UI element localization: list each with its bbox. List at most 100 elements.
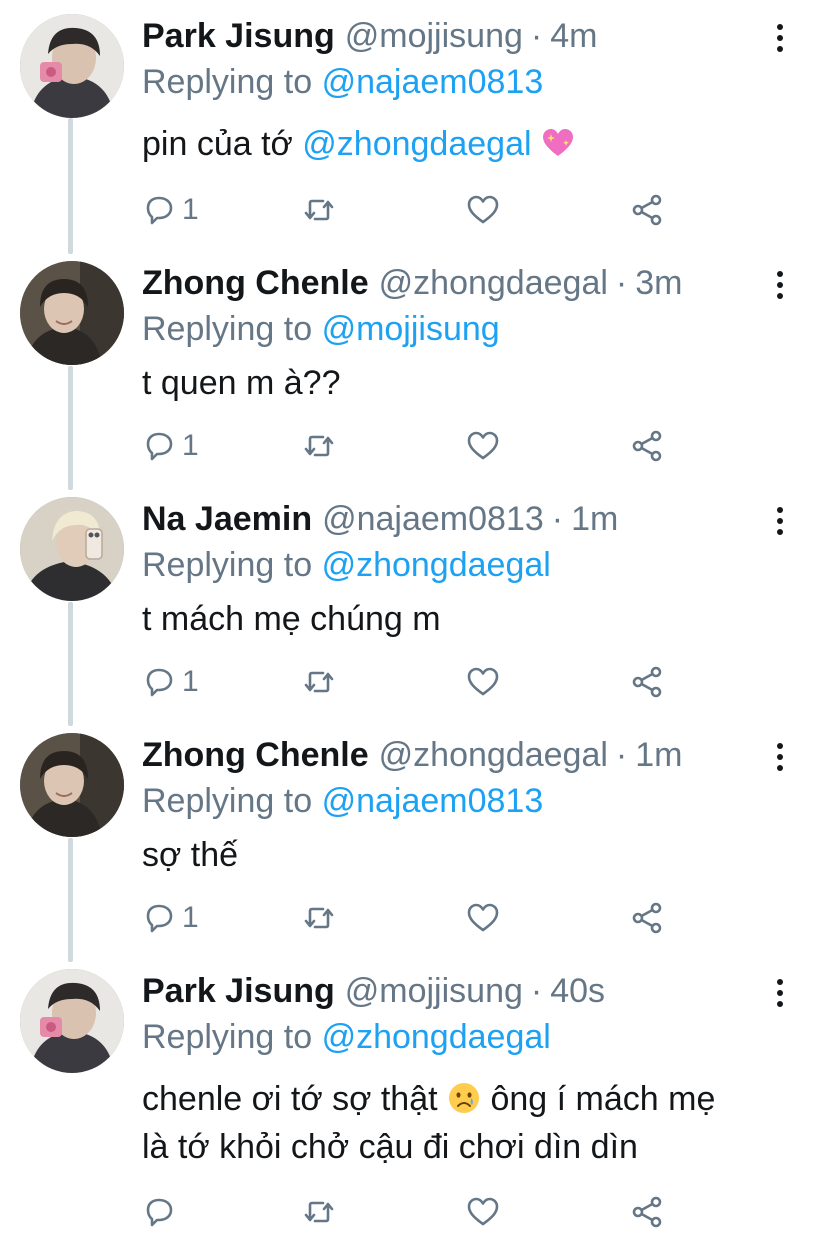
reply-icon bbox=[146, 1198, 173, 1227]
reply-button[interactable]: 1 bbox=[142, 662, 199, 702]
replying-to-mention[interactable]: @najaem0813 bbox=[322, 782, 544, 820]
share-button[interactable] bbox=[630, 662, 664, 702]
replying-to: Replying to @najaem0813 bbox=[142, 60, 543, 104]
like-icon bbox=[467, 195, 499, 224]
retweet-button[interactable] bbox=[302, 898, 336, 938]
reply-count: 1 bbox=[182, 193, 199, 226]
replying-to-mention[interactable]: @zhongdaegal bbox=[322, 1018, 551, 1056]
mention-link[interactable]: @zhongdaegal bbox=[302, 125, 531, 163]
username[interactable]: @najaem0813 bbox=[322, 497, 544, 541]
share-icon bbox=[632, 194, 662, 226]
tweet-actions: 1 bbox=[142, 190, 682, 230]
retweet-button[interactable] bbox=[302, 190, 336, 230]
avatar[interactable] bbox=[20, 497, 124, 601]
thread-line bbox=[68, 366, 73, 490]
display-name[interactable]: Park Jisung bbox=[142, 969, 335, 1013]
avatar[interactable] bbox=[20, 14, 124, 118]
retweet-icon bbox=[304, 907, 334, 929]
tweet-header: Na Jaemin @najaem0813 · 1m bbox=[142, 497, 618, 541]
like-button[interactable] bbox=[466, 898, 500, 938]
tweet-text: t mách mẹ chúng m bbox=[142, 600, 441, 638]
reply-icon bbox=[146, 668, 173, 697]
more-icon[interactable] bbox=[776, 507, 784, 535]
reply-count: 1 bbox=[182, 429, 199, 462]
replying-to-mention[interactable]: @mojjisung bbox=[322, 310, 500, 348]
replying-to-label: Replying to bbox=[142, 782, 313, 820]
share-icon bbox=[632, 430, 662, 462]
replying-to-mention[interactable]: @najaem0813 bbox=[322, 63, 544, 101]
tweet-text-line: là tớ khỏi chở cậu đi chơi dìn dìn bbox=[142, 1128, 638, 1166]
avatar-image bbox=[20, 14, 124, 118]
reply-button[interactable]: 1 bbox=[142, 426, 199, 466]
tweet-text-line: chenle ơi tớ sợ thật ông í mách mẹ bbox=[142, 1075, 792, 1123]
replying-to: Replying to @zhongdaegal bbox=[142, 1015, 551, 1059]
like-button[interactable] bbox=[466, 662, 500, 702]
thread-line bbox=[68, 838, 73, 962]
tweet-text-segment bbox=[532, 125, 541, 163]
username[interactable]: @mojjisung bbox=[345, 969, 523, 1013]
display-name[interactable]: Na Jaemin bbox=[142, 497, 312, 541]
reply-icon bbox=[146, 432, 173, 461]
tweet-header: Park Jisung @mojjisung · 4m bbox=[142, 14, 597, 58]
like-button[interactable] bbox=[466, 1192, 500, 1232]
retweet-button[interactable] bbox=[302, 662, 336, 702]
tweet-header: Zhong Chenle @zhongdaegal · 1m bbox=[142, 733, 682, 777]
timestamp[interactable]: 1m bbox=[571, 497, 618, 541]
reply-count: 1 bbox=[182, 665, 199, 698]
display-name[interactable]: Park Jisung bbox=[142, 14, 335, 58]
timestamp[interactable]: 1m bbox=[635, 733, 682, 777]
more-icon[interactable] bbox=[776, 24, 784, 52]
username[interactable]: @zhongdaegal bbox=[379, 733, 608, 777]
like-icon bbox=[467, 667, 499, 696]
timestamp[interactable]: 40s bbox=[550, 969, 605, 1013]
avatar-image bbox=[20, 261, 124, 365]
reply-button[interactable] bbox=[142, 1192, 182, 1232]
replying-to: Replying to @mojjisung bbox=[142, 307, 500, 351]
reply-button[interactable]: 1 bbox=[142, 190, 199, 230]
share-button[interactable] bbox=[630, 898, 664, 938]
like-icon bbox=[467, 431, 499, 460]
thread-line bbox=[68, 118, 73, 254]
username[interactable]: @zhongdaegal bbox=[379, 261, 608, 305]
tweet-actions: 1 bbox=[142, 898, 682, 938]
like-icon bbox=[467, 1197, 499, 1226]
tweet-actions: 1 bbox=[142, 426, 682, 466]
more-icon[interactable] bbox=[776, 743, 784, 771]
separator-dot: · bbox=[615, 264, 628, 302]
thread-line bbox=[68, 602, 73, 726]
replying-to: Replying to @najaem0813 bbox=[142, 779, 543, 823]
timestamp[interactable]: 4m bbox=[550, 14, 597, 58]
like-button[interactable] bbox=[466, 190, 500, 230]
reply-button[interactable]: 1 bbox=[142, 898, 199, 938]
replying-to-label: Replying to bbox=[142, 63, 313, 101]
more-icon[interactable] bbox=[776, 979, 784, 1007]
display-name[interactable]: Zhong Chenle bbox=[142, 261, 369, 305]
tweet-text: pin của tớ @zhongdaegal bbox=[142, 120, 792, 168]
tweet-header: Park Jisung @mojjisung · 40s bbox=[142, 969, 605, 1013]
avatar[interactable] bbox=[20, 969, 124, 1073]
like-button[interactable] bbox=[466, 426, 500, 466]
avatar-image bbox=[20, 733, 124, 837]
username[interactable]: @mojjisung bbox=[345, 14, 523, 58]
display-name[interactable]: Zhong Chenle bbox=[142, 733, 369, 777]
more-icon[interactable] bbox=[776, 271, 784, 299]
replying-to-label: Replying to bbox=[142, 310, 313, 348]
tweet-header: Zhong Chenle @zhongdaegal · 3m bbox=[142, 261, 682, 305]
retweet-button[interactable] bbox=[302, 1192, 336, 1232]
tweet-text-segment: chenle ơi tớ sợ thật bbox=[142, 1080, 448, 1118]
tweet-text: sợ thế bbox=[142, 836, 239, 874]
separator-dot: · bbox=[615, 736, 628, 774]
share-button[interactable] bbox=[630, 426, 664, 466]
avatar[interactable] bbox=[20, 733, 124, 837]
tweet-text-segment: pin của tớ bbox=[142, 125, 303, 163]
separator-dot: · bbox=[530, 972, 543, 1010]
avatar[interactable] bbox=[20, 261, 124, 365]
replying-to-label: Replying to bbox=[142, 1018, 313, 1056]
share-button[interactable] bbox=[630, 1192, 664, 1232]
timestamp[interactable]: 3m bbox=[635, 261, 682, 305]
separator-dot: · bbox=[530, 17, 543, 55]
like-icon bbox=[467, 903, 499, 932]
share-button[interactable] bbox=[630, 190, 664, 230]
retweet-button[interactable] bbox=[302, 426, 336, 466]
replying-to-mention[interactable]: @zhongdaegal bbox=[322, 546, 551, 584]
